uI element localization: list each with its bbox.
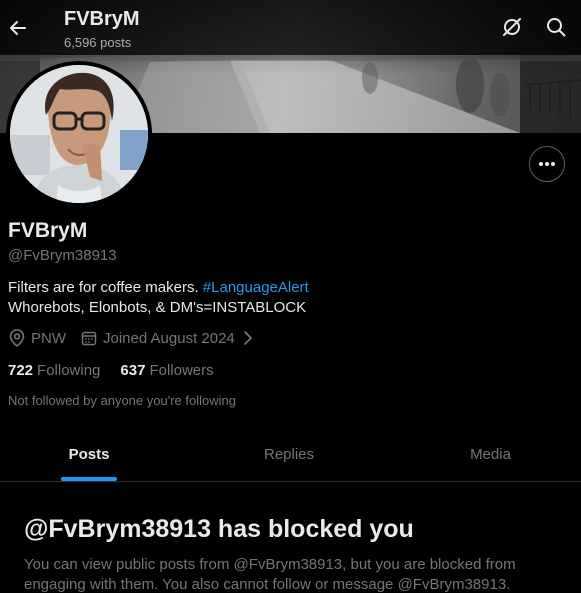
following-count: 722 bbox=[8, 362, 34, 379]
active-tab-indicator bbox=[61, 477, 117, 481]
profile-meta: PNW Joined August 2024 bbox=[8, 329, 262, 347]
user-handle: @FvBrym38913 bbox=[8, 247, 117, 264]
tab-posts[interactable]: Posts bbox=[0, 428, 178, 481]
avatar-image bbox=[10, 65, 148, 203]
chevron-right-icon[interactable] bbox=[239, 329, 257, 347]
bio-line-1: Filters are for coffee makers. #Language… bbox=[8, 278, 309, 298]
blocked-title: @FvBrym38913 has blocked you bbox=[24, 515, 414, 543]
blocked-message: You can view public posts from @FvBrym38… bbox=[24, 556, 516, 593]
joined-date: Joined August 2024 bbox=[103, 329, 235, 347]
bio-line-2: Whorebots, Elonbots, & DM's=INSTABLOCK bbox=[8, 299, 307, 316]
search-button[interactable] bbox=[543, 14, 569, 40]
profile-bio: Filters are for coffee makers. #Language… bbox=[8, 278, 309, 318]
more-horizontal-icon bbox=[539, 162, 555, 166]
grok-icon bbox=[503, 18, 521, 36]
tab-media-label: Media bbox=[470, 446, 511, 463]
location-icon bbox=[8, 329, 26, 347]
tab-replies[interactable]: Replies bbox=[178, 428, 400, 481]
profile-tabs: Posts Replies Media bbox=[0, 428, 581, 482]
more-options-button[interactable] bbox=[529, 146, 565, 182]
bio-hashtag-link[interactable]: #LanguageAlert bbox=[203, 279, 309, 296]
display-name: FVBryM bbox=[8, 219, 88, 242]
bio-text: Filters are for coffee makers. bbox=[8, 279, 203, 296]
header-title: FVBryM bbox=[64, 8, 140, 30]
followers-count: 637 bbox=[120, 362, 146, 379]
location-text: PNW bbox=[31, 329, 66, 347]
grok-button[interactable] bbox=[499, 14, 525, 40]
arrow-left-icon bbox=[10, 21, 26, 35]
back-button[interactable] bbox=[4, 11, 32, 45]
tab-replies-label: Replies bbox=[263, 446, 315, 463]
tab-media[interactable]: Media bbox=[400, 428, 581, 481]
followers-label: Followers bbox=[149, 362, 214, 379]
following-label: Following bbox=[37, 362, 101, 379]
followed-by-note: Not followed by anyone you're following bbox=[8, 393, 236, 408]
post-count: 6,596 posts bbox=[64, 35, 132, 50]
following-link[interactable]: 722 Following bbox=[8, 362, 100, 379]
follow-stats: 722 Following 637 Followers bbox=[8, 362, 214, 379]
top-bar: FVBryM 6,596 posts bbox=[0, 0, 581, 55]
search-icon bbox=[547, 18, 566, 37]
followers-link[interactable]: 637 Followers bbox=[120, 362, 213, 379]
tab-posts-label: Posts bbox=[68, 446, 110, 463]
avatar[interactable] bbox=[6, 61, 152, 207]
calendar-icon bbox=[80, 329, 98, 347]
